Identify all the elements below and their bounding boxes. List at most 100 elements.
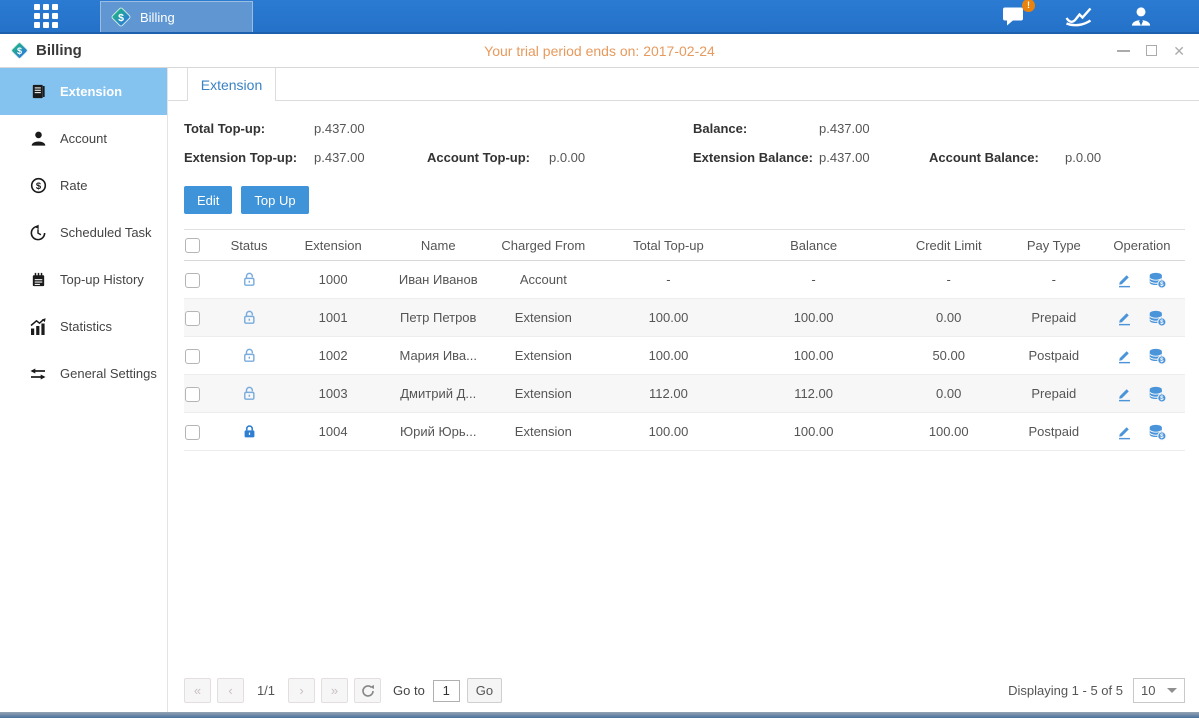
summary-value: p.437.00 xyxy=(819,150,929,165)
sidebar-item-label: General Settings xyxy=(60,366,157,381)
row-checkbox[interactable] xyxy=(185,311,200,326)
billing-diamond-icon: $ xyxy=(110,6,132,28)
row-checkbox[interactable] xyxy=(185,425,200,440)
svg-text:$: $ xyxy=(35,181,41,192)
summary-label: Account Balance: xyxy=(929,150,1065,165)
page-indicator: 1/1 xyxy=(250,683,282,698)
edit-row-icon[interactable] xyxy=(1116,385,1133,402)
sidebar-item-account[interactable]: Account xyxy=(0,115,167,162)
table-row: 1000 Иван Иванов Account - - - - xyxy=(184,261,1185,299)
top-up-row-icon[interactable]: $ xyxy=(1148,347,1167,365)
edit-row-icon[interactable] xyxy=(1116,271,1133,288)
screen: $ Billing ! xyxy=(0,0,1199,720)
sidebar-item-label: Account xyxy=(60,131,107,146)
refresh-icon xyxy=(361,684,375,698)
page-size-value: 10 xyxy=(1141,683,1155,698)
sidebar-item-label: Top-up History xyxy=(60,272,144,287)
goto-page-input[interactable] xyxy=(433,680,460,702)
window-title: Billing xyxy=(36,42,82,59)
edit-row-icon[interactable] xyxy=(1116,347,1133,364)
unlocked-icon xyxy=(241,385,258,402)
billing-app-icon: $ xyxy=(10,41,29,60)
extension-table: Status Extension Name Charged From Total… xyxy=(184,229,1185,451)
sidebar-item-scheduled-task[interactable]: Scheduled Task xyxy=(0,209,167,256)
sidebar-item-statistics[interactable]: Statistics xyxy=(0,303,167,350)
table-row: 1002 Мария Ива... Extension 100.00 100.0… xyxy=(184,337,1185,375)
go-button[interactable]: Go xyxy=(467,678,502,703)
summary-panel: Total Top-up: p.437.00 Balance: p.437.00… xyxy=(184,121,1185,165)
window-titlebar: $ Billing Your trial period ends on: 201… xyxy=(0,34,1199,68)
svg-text:$: $ xyxy=(1161,281,1165,288)
select-all-checkbox[interactable] xyxy=(185,238,200,253)
messages-icon[interactable]: ! xyxy=(1002,5,1028,27)
summary-label: Account Top-up: xyxy=(427,150,549,165)
prev-page-button[interactable]: ‹ xyxy=(217,678,244,703)
table-row: 1003 Дмитрий Д... Extension 112.00 112.0… xyxy=(184,375,1185,413)
tabbar: Extension xyxy=(168,68,1199,101)
col-header-operation: Operation xyxy=(1099,230,1185,261)
rate-icon: $ xyxy=(29,177,47,194)
extension-icon xyxy=(29,83,47,100)
content: Total Top-up: p.437.00 Balance: p.437.00… xyxy=(168,101,1199,712)
summary-value: p.437.00 xyxy=(314,121,427,136)
page-size-select[interactable]: 10 xyxy=(1133,678,1185,703)
top-up-history-icon xyxy=(29,271,47,288)
account-icon xyxy=(29,130,47,147)
summary-label: Balance: xyxy=(693,121,819,136)
col-header-extension: Extension xyxy=(278,230,388,261)
top-up-row-icon[interactable]: $ xyxy=(1148,309,1167,327)
locked-icon xyxy=(241,423,258,440)
sidebar-item-label: Rate xyxy=(60,178,87,193)
top-up-button[interactable]: Top Up xyxy=(241,186,308,214)
user-icon[interactable] xyxy=(1129,5,1153,28)
minimize-button[interactable] xyxy=(1117,50,1130,52)
next-page-button[interactable]: › xyxy=(288,678,315,703)
row-checkbox[interactable] xyxy=(185,273,200,288)
close-button[interactable]: ✕ xyxy=(1173,44,1185,58)
tab-extension[interactable]: Extension xyxy=(187,68,276,101)
statistics-icon xyxy=(29,318,47,336)
unlocked-icon xyxy=(241,271,258,288)
displaying-text: Displaying 1 - 5 of 5 xyxy=(1008,683,1123,698)
summary-label: Extension Top-up: xyxy=(184,150,314,165)
row-checkbox[interactable] xyxy=(185,387,200,402)
general-settings-icon xyxy=(29,365,47,383)
summary-value: p.437.00 xyxy=(819,121,929,136)
pagination-bar: « ‹ 1/1 › » Go to xyxy=(184,678,1185,703)
sidebar-item-extension[interactable]: Extension xyxy=(0,68,167,115)
sidebar-item-label: Scheduled Task xyxy=(60,225,152,240)
notification-badge: ! xyxy=(1022,0,1035,12)
sidebar-item-top-up-history[interactable]: Top-up History xyxy=(0,256,167,303)
actions-bar: Edit Top Up xyxy=(184,186,1185,214)
svg-text:$: $ xyxy=(1161,357,1165,364)
svg-text:$: $ xyxy=(1161,395,1165,402)
sidebar-item-general-settings[interactable]: General Settings xyxy=(0,350,167,397)
col-header-status: Status xyxy=(220,230,278,261)
col-header-credit-limit: Credit Limit xyxy=(889,230,1009,261)
scheduled-task-icon xyxy=(29,224,47,242)
sidebar-item-label: Statistics xyxy=(60,319,112,334)
main-panel: Extension Total Top-up: p.437.00 Balance… xyxy=(168,68,1199,712)
refresh-button[interactable] xyxy=(354,678,381,703)
trial-notice: Your trial period ends on: 2017-02-24 xyxy=(0,43,1199,59)
sidebar: Extension Account $ Rate xyxy=(0,68,168,712)
apps-grid-icon[interactable] xyxy=(34,4,58,28)
first-page-button[interactable]: « xyxy=(184,678,211,703)
top-up-row-icon[interactable]: $ xyxy=(1148,423,1167,441)
edit-row-icon[interactable] xyxy=(1116,423,1133,440)
table-row: 1004 Юрий Юрь... Extension 100.00 100.00… xyxy=(184,413,1185,451)
top-up-row-icon[interactable]: $ xyxy=(1148,385,1167,403)
row-checkbox[interactable] xyxy=(185,349,200,364)
last-page-button[interactable]: » xyxy=(321,678,348,703)
top-up-row-icon[interactable]: $ xyxy=(1148,271,1167,289)
stats-chart-icon[interactable] xyxy=(1065,6,1092,27)
edit-row-icon[interactable] xyxy=(1116,309,1133,326)
summary-value: p.0.00 xyxy=(1065,150,1185,165)
summary-value: p.0.00 xyxy=(549,150,693,165)
taskbar-tab-billing[interactable]: $ Billing xyxy=(100,1,253,32)
edit-button[interactable]: Edit xyxy=(184,186,232,214)
maximize-button[interactable] xyxy=(1146,45,1157,56)
svg-text:$: $ xyxy=(17,46,22,56)
sidebar-item-rate[interactable]: $ Rate xyxy=(0,162,167,209)
table-header-row: Status Extension Name Charged From Total… xyxy=(184,230,1185,261)
